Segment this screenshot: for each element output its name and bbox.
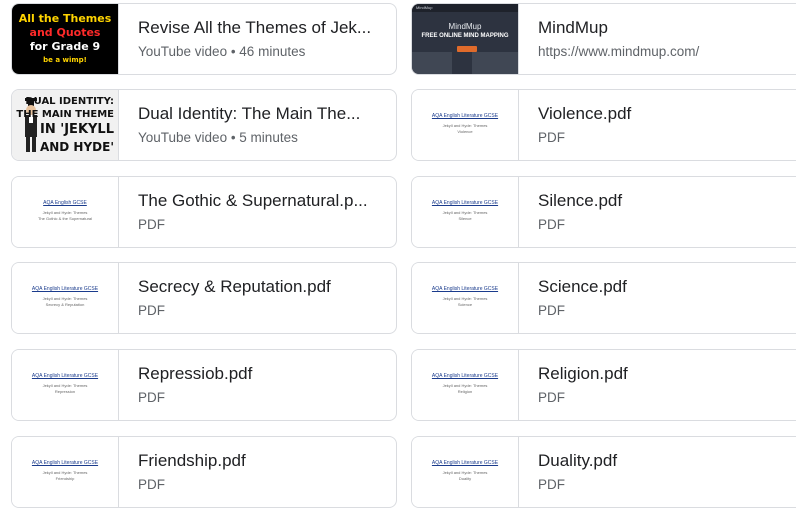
resource-card[interactable]: AQA English Literature GCSE Jekyll and H…	[411, 176, 796, 248]
resource-card[interactable]: AQA English Literature GCSE Jekyll and H…	[411, 89, 796, 161]
resource-subtitle: YouTube video • 46 minutes	[138, 44, 306, 59]
resource-card[interactable]: MindMup MindMup FREE ONLINE MIND MAPPING…	[411, 3, 796, 75]
resource-type: PDF	[538, 390, 565, 405]
resource-type: PDF	[138, 217, 165, 232]
website-thumbnail: MindMup MindMup FREE ONLINE MIND MAPPING	[412, 4, 519, 74]
resource-title: Religion.pdf	[538, 364, 628, 383]
resource-card[interactable]: AQA English Literature GCSE Jekyll and H…	[411, 262, 796, 334]
resource-card[interactable]: DUAL IDENTITY: THE MAIN THEME IN 'JEKYLL…	[11, 89, 397, 161]
resource-title: Revise All the Themes of Jek...	[138, 18, 372, 37]
resource-grid: All the Themes and Quotes for Grade 9 be…	[0, 0, 796, 508]
resource-title: MindMup	[538, 18, 608, 37]
resource-card[interactable]: AQA English Literature GCSE Jekyll and H…	[11, 349, 397, 421]
resource-type: PDF	[138, 390, 165, 405]
resource-card[interactable]: All the Themes and Quotes for Grade 9 be…	[11, 3, 397, 75]
resource-type: PDF	[538, 217, 565, 232]
resource-title: Secrecy & Reputation.pdf	[138, 277, 331, 296]
video-thumbnail: All the Themes and Quotes for Grade 9 be…	[12, 4, 119, 74]
resource-title: The Gothic & Supernatural.p...	[138, 191, 368, 210]
pdf-thumbnail: AQA English Literature GCSE Jekyll and H…	[412, 177, 519, 247]
resource-card[interactable]: AQA English Literature GCSE Jekyll and H…	[11, 436, 397, 508]
pdf-thumbnail: AQA English Literature GCSE Jekyll and H…	[412, 90, 519, 160]
resource-type: PDF	[538, 303, 565, 318]
resource-type: PDF	[138, 477, 165, 492]
resource-type: PDF	[138, 303, 165, 318]
pdf-thumbnail: AQA English Literature GCSE Jekyll and H…	[412, 437, 519, 507]
resource-title: Violence.pdf	[538, 104, 632, 123]
video-thumbnail: DUAL IDENTITY: THE MAIN THEME IN 'JEKYLL…	[12, 90, 119, 160]
resource-title: Duality.pdf	[538, 451, 618, 470]
resource-type: PDF	[538, 477, 565, 492]
pdf-thumbnail: AQA English Literature GCSE Jekyll and H…	[12, 263, 119, 333]
resource-title: Repressiob.pdf	[138, 364, 253, 383]
pdf-thumbnail: AQA English Literature GCSE Jekyll and H…	[12, 350, 119, 420]
resource-title: Silence.pdf	[538, 191, 623, 210]
pdf-thumbnail: AQA English Literature GCSE Jekyll and H…	[412, 350, 519, 420]
resource-card[interactable]: AQA English Literature GCSE Jekyll and H…	[411, 436, 796, 508]
pdf-thumbnail: AQA English Literature GCSE Jekyll and H…	[412, 263, 519, 333]
resource-title: Dual Identity: The Main The...	[138, 104, 361, 123]
pdf-thumbnail: AQA English Literature GCSE Jekyll and H…	[12, 437, 119, 507]
pdf-thumbnail: AQA English GCSE Jekyll and Hyde: Themes…	[12, 177, 119, 247]
resource-card[interactable]: AQA English GCSE Jekyll and Hyde: Themes…	[11, 176, 397, 248]
resource-subtitle: YouTube video • 5 minutes	[138, 130, 298, 145]
resource-card[interactable]: AQA English Literature GCSE Jekyll and H…	[11, 262, 397, 334]
resource-title: Science.pdf	[538, 277, 627, 296]
resource-type: PDF	[538, 130, 565, 145]
resource-card[interactable]: AQA English Literature GCSE Jekyll and H…	[411, 349, 796, 421]
resource-title: Friendship.pdf	[138, 451, 246, 470]
resource-url: https://www.mindmup.com/	[538, 44, 700, 59]
